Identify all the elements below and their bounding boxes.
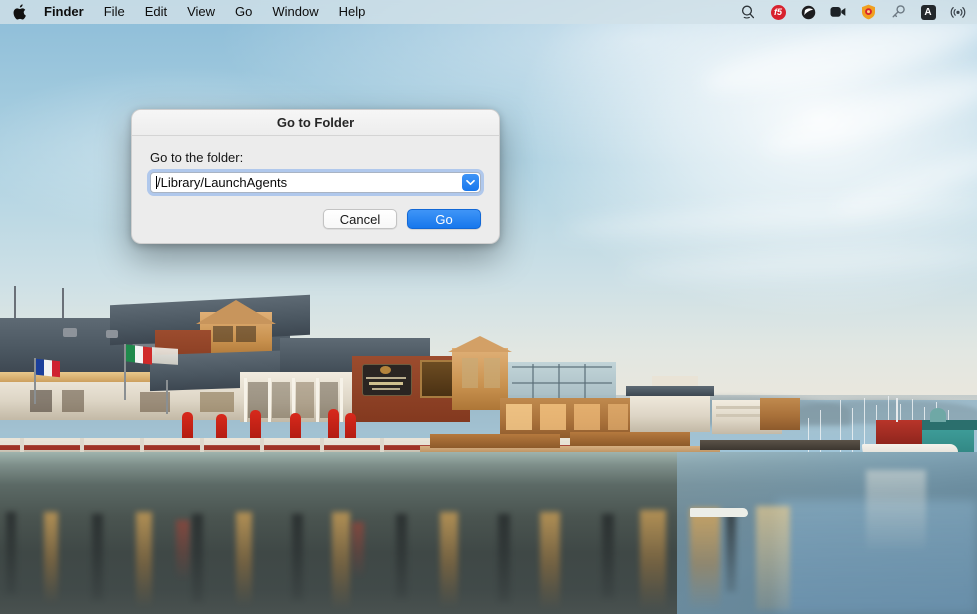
water-reflection xyxy=(92,514,103,600)
flag-italy xyxy=(126,344,152,364)
roof-antenna xyxy=(62,288,64,318)
f5-badge-label: f5 xyxy=(771,5,786,20)
wharf-building-facade xyxy=(630,392,710,432)
gable-roof-peak xyxy=(448,336,512,352)
water-reflection xyxy=(236,512,252,606)
dialog-button-row: Cancel Go xyxy=(150,209,481,229)
water-reflection xyxy=(292,514,303,600)
menu-finder[interactable]: Finder xyxy=(34,2,94,22)
desktop-screen: Finder File Edit View Go Window Help f5 xyxy=(0,0,977,614)
menu-bar-app-menus: Finder File Edit View Go Window Help xyxy=(10,2,375,22)
fishing-boat-cabin xyxy=(876,420,922,446)
water-reflection xyxy=(192,514,203,602)
building-window xyxy=(62,390,84,412)
menu-go[interactable]: Go xyxy=(225,2,262,22)
facade-column xyxy=(340,378,343,422)
water-reflection xyxy=(352,522,364,578)
water-reflection xyxy=(498,514,510,602)
wharf-building-facade xyxy=(760,398,800,430)
macos-menu-bar: Finder File Edit View Go Window Help f5 xyxy=(0,0,977,24)
water-reflection xyxy=(602,514,614,598)
spotlight-lasso-icon[interactable] xyxy=(739,3,757,21)
gable-roof-peak xyxy=(196,300,276,324)
water-reflection xyxy=(440,512,458,608)
folder-path-combobox[interactable]: /Library/LaunchAgents xyxy=(150,172,481,193)
building-window xyxy=(296,382,314,418)
boat-mast xyxy=(896,398,898,422)
boat-reflection xyxy=(866,470,926,550)
wharf-building-roof xyxy=(626,386,714,396)
apple-logo-icon[interactable] xyxy=(12,4,26,21)
chevron-down-icon[interactable] xyxy=(462,174,479,191)
water-reflection xyxy=(176,520,190,580)
folder-field-label: Go to the folder: xyxy=(150,150,481,165)
cupola xyxy=(930,408,946,422)
dialog-body: Go to the folder: /Library/LaunchAgents … xyxy=(132,136,499,243)
water-reflection xyxy=(756,506,790,610)
building-window xyxy=(236,326,256,342)
f5-vpn-icon[interactable]: f5 xyxy=(769,3,787,21)
lit-window xyxy=(608,404,628,430)
facade-column xyxy=(316,378,319,422)
sign-text-line xyxy=(372,388,400,390)
water-reflection xyxy=(396,514,407,598)
lit-window xyxy=(540,404,566,430)
small-boat xyxy=(690,508,748,517)
water-reflection xyxy=(690,508,720,610)
glass-mullion xyxy=(512,366,612,368)
menu-edit[interactable]: Edit xyxy=(135,2,177,22)
facade-column xyxy=(244,378,247,422)
sign-text-line xyxy=(369,382,403,385)
menu-file[interactable]: File xyxy=(94,2,135,22)
zoom-video-icon[interactable] xyxy=(829,3,847,21)
input-source-a-icon[interactable]: A xyxy=(919,3,937,21)
building-window xyxy=(213,326,233,342)
building-window xyxy=(200,392,234,412)
water-reflection xyxy=(44,512,58,604)
roof-vent xyxy=(106,330,118,338)
flag-france xyxy=(36,359,60,378)
sign-text-line xyxy=(366,377,406,379)
menu-window[interactable]: Window xyxy=(262,2,328,22)
building-window xyxy=(272,382,290,418)
menu-bar-status-items: f5 xyxy=(739,3,971,21)
facade-column xyxy=(268,378,271,422)
pier-railing-wood xyxy=(570,432,690,446)
menu-help[interactable]: Help xyxy=(329,2,376,22)
water-reflection xyxy=(640,510,666,610)
go-button[interactable]: Go xyxy=(407,209,481,229)
lit-window xyxy=(506,404,532,430)
menu-view[interactable]: View xyxy=(177,2,225,22)
roof-vent xyxy=(63,328,77,337)
dark-circle-icon[interactable] xyxy=(799,3,817,21)
flag-white xyxy=(152,347,178,365)
cancel-button[interactable]: Cancel xyxy=(323,209,397,229)
roof-antenna xyxy=(14,286,16,318)
water-reflection xyxy=(332,512,350,610)
water-reflection xyxy=(540,512,560,610)
sign-emblem xyxy=(380,366,391,374)
water-reflection xyxy=(726,512,736,592)
flagpole xyxy=(166,380,168,414)
input-source-label: A xyxy=(921,5,936,20)
airplay-wireless-icon[interactable] xyxy=(949,3,967,21)
lit-window xyxy=(574,404,600,430)
water-reflection xyxy=(6,512,16,594)
key-icon[interactable] xyxy=(889,3,907,21)
desktop-wallpaper xyxy=(0,0,977,614)
pier-railing-wood xyxy=(430,434,560,448)
go-to-folder-dialog: Go to Folder Go to the folder: /Library/… xyxy=(131,109,500,244)
building-window xyxy=(484,358,500,388)
dialog-titlebar: Go to Folder xyxy=(132,110,499,136)
far-pier xyxy=(700,440,860,450)
glass-mullion xyxy=(512,382,612,384)
dialog-title: Go to Folder xyxy=(277,115,354,130)
folder-path-input[interactable]: /Library/LaunchAgents xyxy=(157,173,287,192)
shield-security-icon[interactable] xyxy=(859,3,877,21)
water-reflection xyxy=(136,512,152,608)
building-window xyxy=(462,358,478,388)
